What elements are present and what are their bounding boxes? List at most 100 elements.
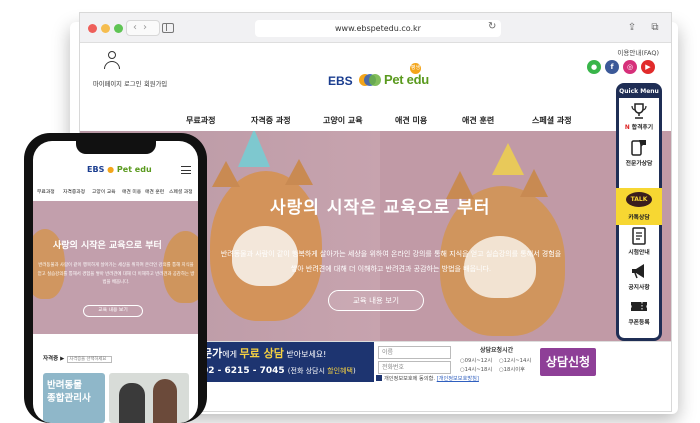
time-option-label: 09시~12시 (464, 358, 493, 364)
quick-item-label: 쿠폰등록 (628, 320, 650, 326)
nav-certificate-course[interactable]: 자격증 과정 (251, 115, 291, 126)
phone-number: 02 - 6215 - 7045 (202, 366, 285, 376)
certificate-label: 자격증 ▶ (43, 356, 65, 362)
quick-item-coupon[interactable]: 쿠폰등록 (623, 297, 655, 326)
mobile-nav-item[interactable]: 자격증과정 (63, 188, 85, 195)
mobile-hero: 사랑의 시작은 교육으로 부터 반려동물과 사람이 같이 행복하게 살아가는 세… (33, 201, 198, 334)
sidebar-toggle-icon[interactable] (162, 23, 174, 33)
site-logo[interactable]: EBS Pet edu 평생 (328, 63, 448, 95)
time-option[interactable]: ○18시이후 (499, 365, 525, 373)
talk-social-icon[interactable]: ● (587, 60, 601, 74)
mobile-nav-item[interactable]: 애견 훈련 (145, 188, 164, 195)
nav-free-course[interactable]: 무료과정 (186, 115, 215, 126)
headline-highlight: 무료 상담 (239, 347, 284, 360)
hamburger-menu-icon[interactable] (181, 166, 191, 174)
faq-link[interactable]: 이용안내(FAQ) (617, 47, 659, 57)
back-forward-arrows-icon[interactable]: ‹› (126, 20, 160, 36)
mobile-logo-circles: ● (107, 165, 115, 174)
quick-item-reviews[interactable]: N 합격후기 (623, 102, 655, 131)
close-dot-icon[interactable] (88, 24, 97, 33)
mobile-nav-item[interactable]: 애견 미용 (122, 188, 141, 195)
quick-item-label: N 합격후기 (623, 122, 655, 131)
view-course-button[interactable]: 교육 내용 보기 (328, 290, 424, 311)
quick-item-text: 합격후기 (631, 125, 654, 131)
mobile-nav-item[interactable]: 스페셜 과정 (169, 188, 193, 195)
logo-circle (369, 74, 381, 86)
apply-consult-button[interactable]: 상담신청 (540, 348, 596, 376)
dog-ear (520, 169, 548, 197)
mobile-logo[interactable]: EBS ● Pet edu (87, 165, 152, 174)
nav-special-course[interactable]: 스페셜 과정 (532, 115, 572, 126)
mobile-logo-pet: Pet edu (116, 165, 152, 174)
mobile-screen: EBS ● Pet edu 무료과정 자격증과정 고양이 교육 애견 미용 애견… (33, 141, 198, 423)
minimize-dot-icon[interactable] (101, 24, 110, 33)
consult-promo: 문가에게 무료 상담 받아보세요! 02 - 6215 - 7045 (전화 상… (198, 342, 374, 382)
quick-item-expert[interactable]: 전문가상담 (623, 138, 655, 167)
time-option-label: 18시이후 (503, 367, 525, 373)
login-link[interactable]: 로그인 (124, 79, 141, 88)
facebook-icon[interactable]: f (605, 60, 619, 74)
user-icon[interactable] (104, 51, 120, 73)
quick-item-label: 카톡상담 (628, 215, 650, 221)
phone-field[interactable]: 전화번호 (378, 361, 451, 374)
course-card-title-line: 반려동물 (47, 380, 82, 391)
phone-notch (76, 141, 156, 154)
name-field[interactable]: 이름 (378, 346, 451, 359)
time-option[interactable]: ○12시~14시 (499, 356, 531, 364)
time-option-label: 14시~18시 (464, 367, 493, 373)
time-option-label: 12시~14시 (503, 358, 532, 364)
mobile-hero-title: 사랑의 시작은 교육으로 부터 (53, 241, 162, 251)
course-card-image[interactable] (109, 373, 189, 423)
quick-item-kakao[interactable]: TALK 카톡상담 (616, 188, 662, 225)
mobile-logo-ebs: EBS (87, 165, 105, 174)
mobile-nav-item[interactable]: 고양이 교육 (92, 188, 116, 195)
quick-item-label: 공지사항 (628, 285, 650, 291)
person-image (153, 379, 177, 423)
quick-item-label: 시험안내 (628, 250, 650, 256)
nav-dog-training[interactable]: 애견 훈련 (462, 115, 494, 126)
instagram-icon[interactable]: ◎ (623, 60, 637, 74)
hero-description-line: 쌓아 반려견에 대해 더 이해하고 반려견과 공감하는 방법을 배웁니다. (290, 265, 492, 273)
checkbox-icon[interactable] (376, 375, 382, 381)
share-icon[interactable]: ⇪ (625, 21, 639, 35)
megaphone-icon (632, 264, 644, 279)
course-card[interactable]: 반려동물종합관리사 (43, 373, 105, 423)
phone-note-highlight: 할인혜택 (327, 367, 353, 375)
tabs-icon[interactable]: ⧉ (648, 21, 662, 35)
privacy-policy-link[interactable]: [개인정보보호방침] (437, 376, 479, 382)
course-card-title-line: 종합관리사 (47, 393, 91, 404)
course-card-title: 반려동물종합관리사 (47, 379, 91, 405)
mobile-certificate-selector: 자격증 ▶ 자격증을 선택하세요 (43, 354, 113, 363)
headline-part: 받아보세요! (283, 350, 327, 359)
nav-dog-grooming[interactable]: 애견 미용 (395, 115, 427, 126)
consult-headline: 문가에게 무료 상담 받아보세요! (202, 345, 326, 361)
party-hat (238, 131, 270, 167)
naver-n-icon: N (624, 125, 632, 131)
showcase-stage: ‹› www.ebspetedu.co.kr ↻ ⇪ ⧉ 이용안내(FAQ) ●… (0, 0, 700, 423)
dog-ear (212, 161, 240, 187)
address-bar[interactable]: www.ebspetedu.co.kr (255, 20, 501, 37)
phone-note: (전화 상담시 (287, 367, 328, 375)
hero-description-line: 반려동물과 사람이 같이 행복하게 살아가는 세상을 위하여 온라인 강의를 통… (220, 250, 562, 258)
consult-banner: 문가에게 무료 상담 받아보세요! 02 - 6215 - 7045 (전화 상… (198, 341, 671, 382)
certificate-select[interactable]: 자격증을 선택하세요 (67, 356, 113, 363)
maximize-dot-icon[interactable] (114, 24, 123, 33)
hero-title: 사랑의 시작은 교육으로 부터 (270, 198, 491, 218)
reload-icon[interactable]: ↻ (488, 21, 496, 32)
time-title: 상담요청시간 (480, 347, 514, 354)
kakao-talk-icon: TALK (626, 192, 652, 207)
phone-note: ) (352, 367, 356, 375)
browser-toolbar: ‹› www.ebspetedu.co.kr ↻ ⇪ ⧉ (80, 13, 671, 43)
privacy-agree[interactable]: 개인정보보호에 동의함. [개인정보보호방침] (376, 375, 479, 382)
mobile-view-course-button[interactable]: 교육 내용 보기 (83, 305, 143, 317)
youtube-icon[interactable]: ▶ (641, 60, 655, 74)
quick-menu: Quick Menu N 합격후기 전문가상담 TALK 카톡상담 시험안내 공… (616, 83, 662, 341)
mobile-nav-item[interactable]: 무료과정 (37, 188, 55, 195)
quick-item-notice[interactable]: 공지사항 (623, 262, 655, 291)
time-option[interactable]: ○14시~18시 (460, 365, 492, 373)
signup-link[interactable]: 회원가입 (144, 79, 167, 88)
mypage-link[interactable]: 마이페이지 (93, 79, 122, 88)
nav-cat-education[interactable]: 고양이 교육 (323, 115, 363, 126)
quick-item-exam[interactable]: 시험안내 (623, 227, 655, 256)
time-option[interactable]: ○09시~12시 (460, 356, 492, 364)
